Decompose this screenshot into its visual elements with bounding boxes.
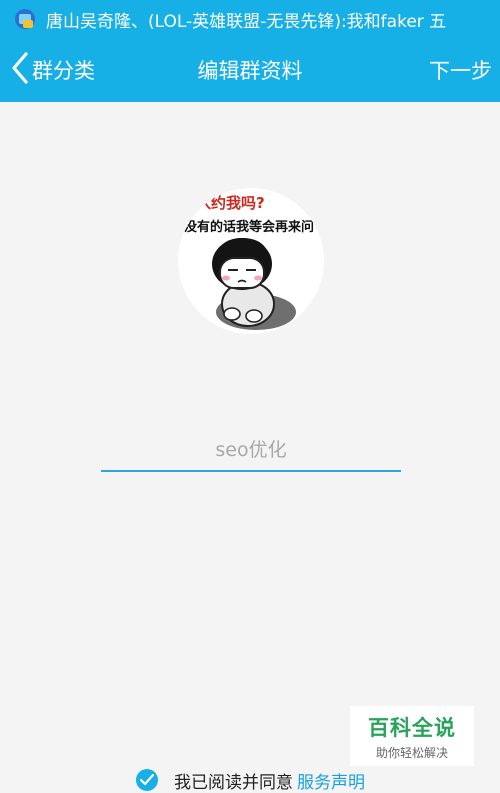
status-bar: 唐山吴奇隆、(LOL-英雄联盟-无畏先锋):我和faker 五 [0,0,500,38]
watermark-title: 百科全说 [368,716,456,740]
avatar-caption-top: 入约我吗? [196,194,265,212]
next-step-button[interactable]: 下一步 [429,38,492,102]
checkmark-icon [140,774,154,786]
agreement-text: 我已阅读并同意 [174,772,293,793]
notification-app-icon [14,8,36,30]
group-name-input[interactable] [101,430,401,472]
group-avatar[interactable]: 入约我吗? 没有的话我等会再来问 [178,188,324,334]
agreement-row: 我已阅读并同意 服务声明 [136,768,365,793]
watermark-logo: 百科全说 助你轻松解决 [350,706,474,766]
service-statement-link[interactable]: 服务声明 [297,768,365,793]
watermark-subtitle: 助你轻松解决 [375,746,448,760]
back-button-label: 群分类 [32,59,95,83]
notification-text: 唐山吴奇隆、(LOL-英雄联盟-无畏先锋):我和faker 五 [46,11,447,32]
back-button[interactable]: 群分类 [10,38,95,102]
agreement-checkbox[interactable] [136,769,158,791]
navigation-bar: 群分类 编辑群资料 下一步 [0,38,500,102]
avatar-cartoon-figure [212,238,296,330]
chevron-left-icon [10,51,30,89]
